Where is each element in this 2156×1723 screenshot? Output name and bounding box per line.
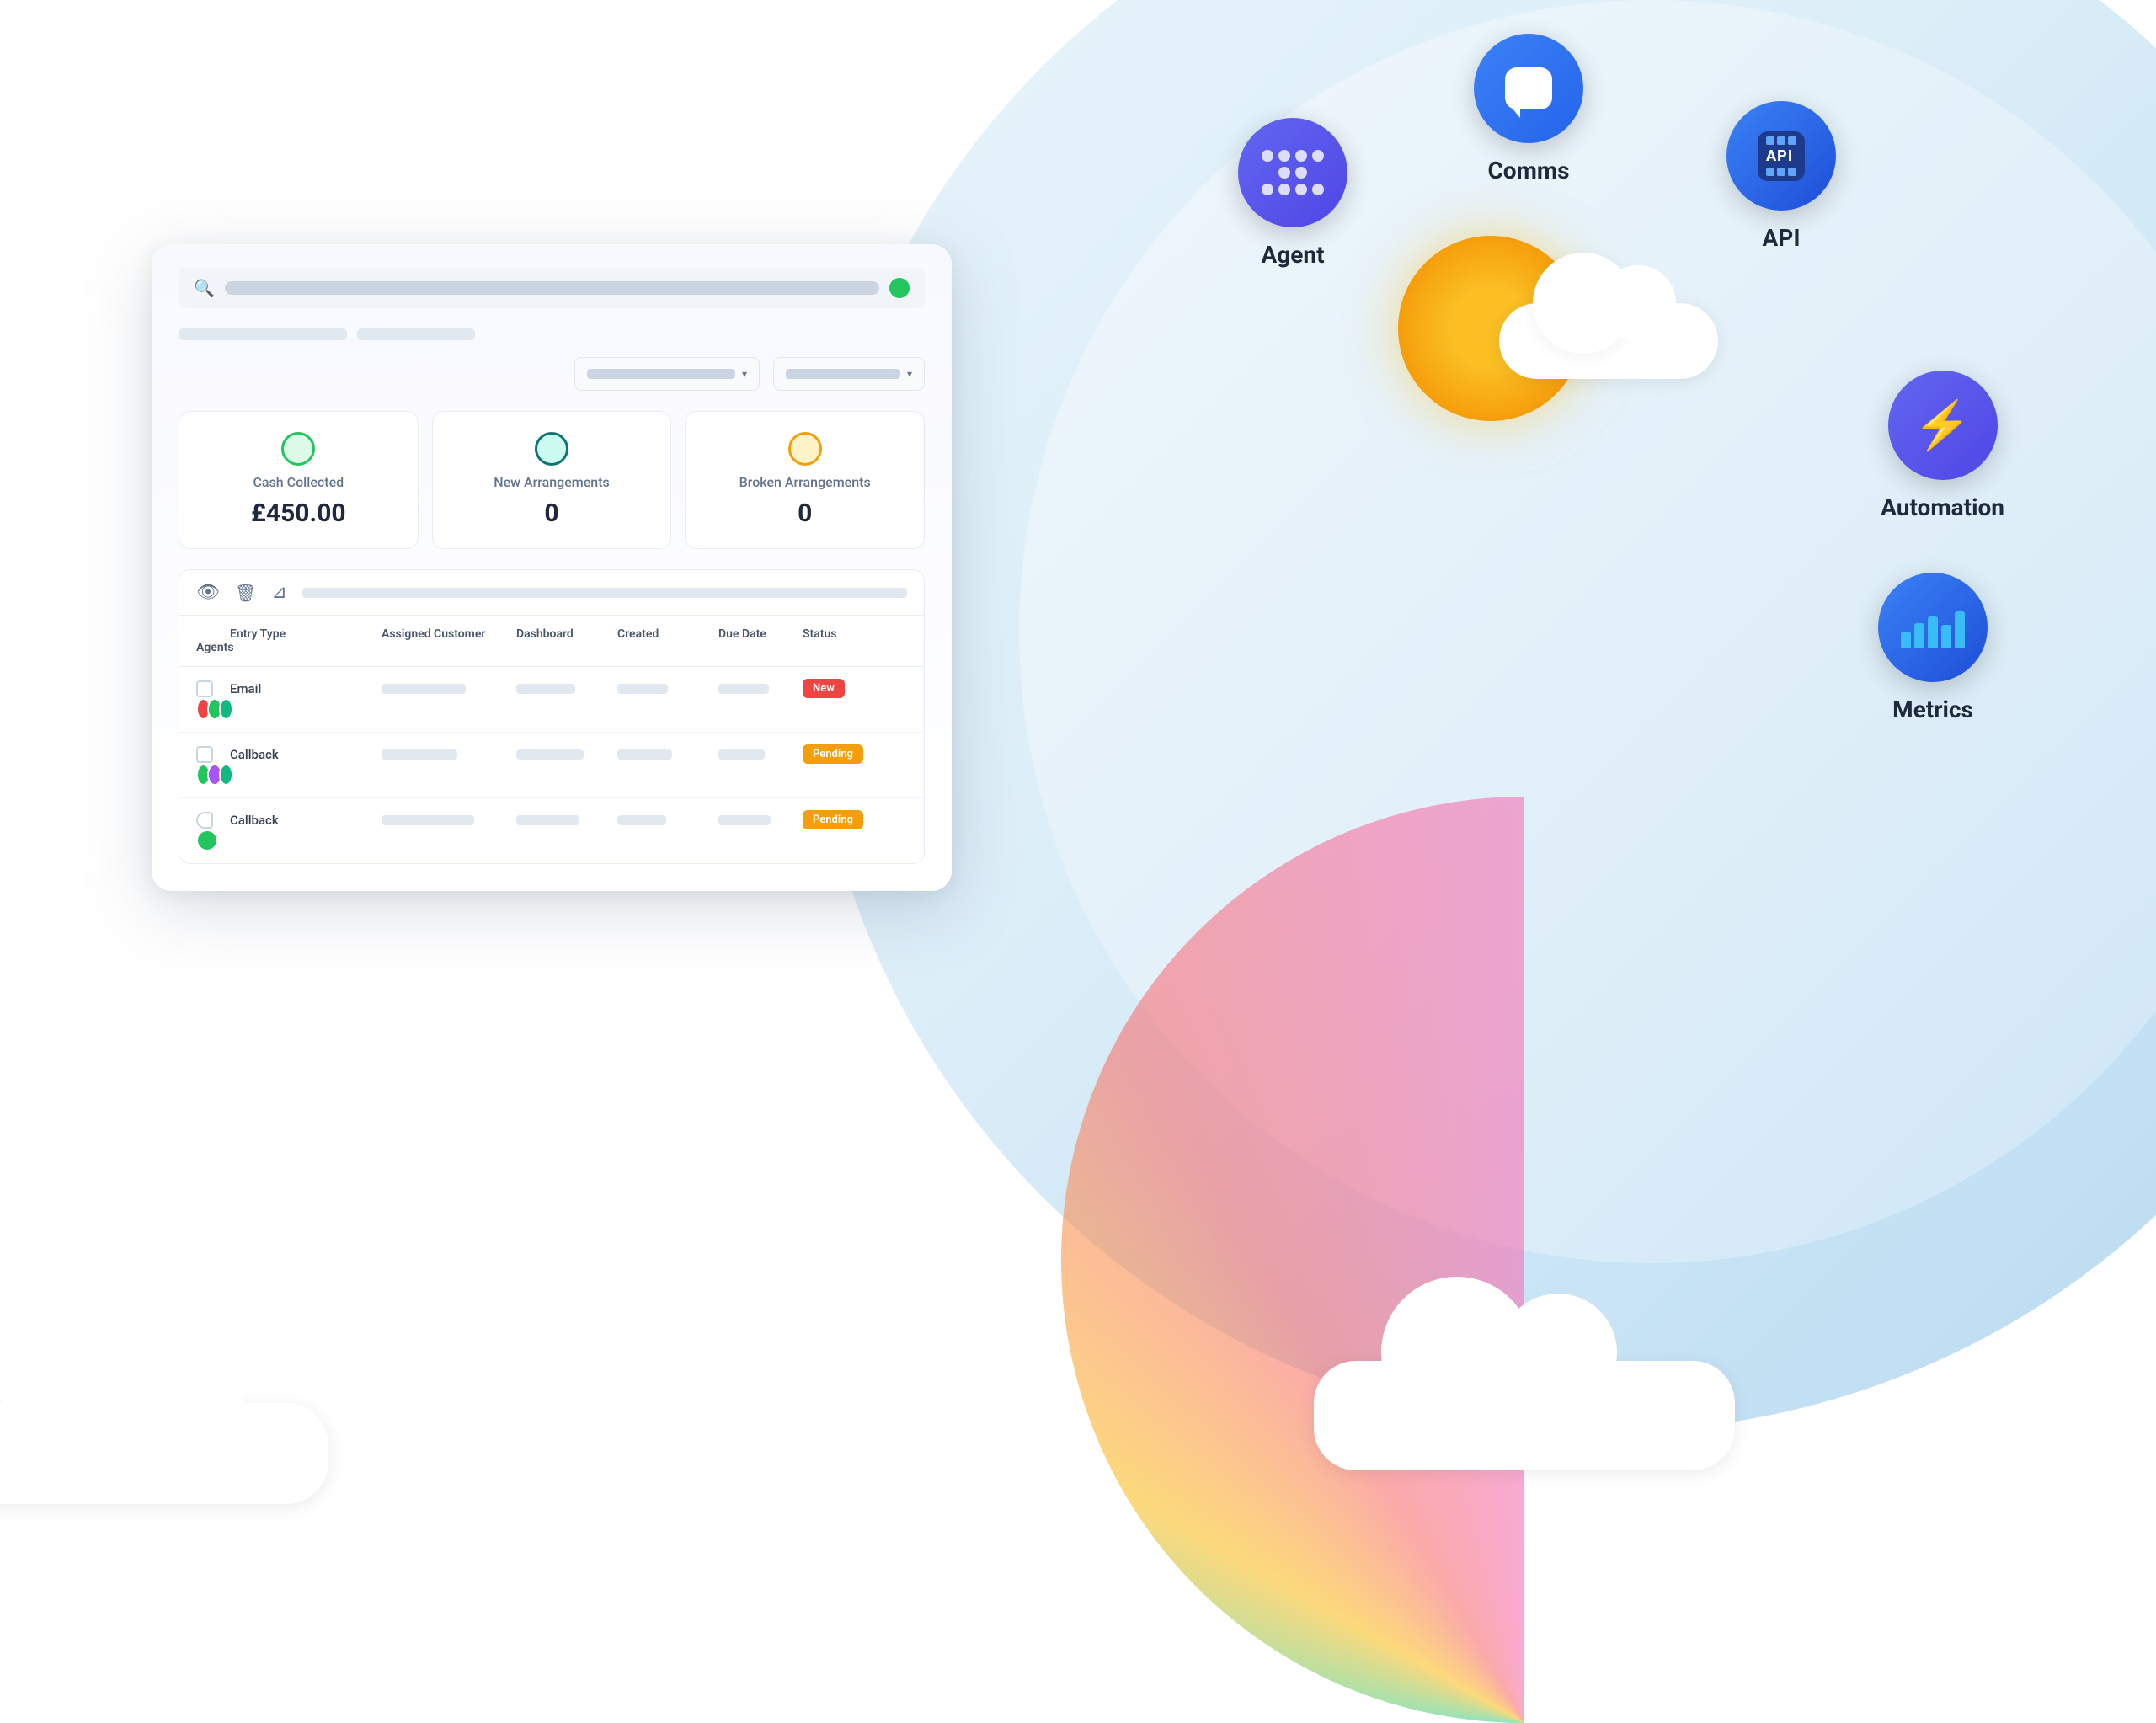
- stat-value-broken: 0: [798, 499, 812, 528]
- stat-dot-new: [535, 432, 568, 466]
- table-row[interactable]: Email New: [179, 667, 924, 733]
- th-checkbox: [196, 627, 230, 641]
- row-dashboard-bar-1: [516, 684, 575, 694]
- trash-icon[interactable]: 🗑: [235, 583, 256, 603]
- th-dashboard: Dashboard: [516, 627, 617, 641]
- stat-value-new: 0: [544, 499, 558, 528]
- row-status-badge-2: Pending: [803, 744, 863, 764]
- feature-comms[interactable]: Comms: [1474, 34, 1583, 184]
- table-row[interactable]: Callback Pending: [179, 733, 924, 798]
- feature-automation[interactable]: ⚡ Automation: [1881, 371, 2004, 521]
- th-status: Status: [803, 627, 904, 641]
- stat-new-arrangements: New Arrangements 0: [432, 411, 672, 549]
- row-dashboard-bar-3: [516, 815, 579, 825]
- comms-icon-circle: [1474, 34, 1583, 143]
- metrics-icon-circle: [1878, 573, 1988, 682]
- stat-label-broken: Broken Arrangements: [739, 474, 871, 490]
- filter-row[interactable]: ▾ ▾: [179, 357, 925, 391]
- cloud-top: [1499, 303, 1718, 379]
- chevron-down-icon-2: ▾: [907, 368, 912, 380]
- row-created-bar-1: [617, 684, 668, 694]
- filter-icon[interactable]: ⊿: [271, 582, 286, 603]
- row-type-3: Callback: [230, 813, 382, 828]
- bar-chart-icon: [1901, 606, 1965, 648]
- row-dashboard-bar-2: [516, 749, 584, 760]
- automation-label: Automation: [1881, 493, 2004, 521]
- automation-icon-circle: ⚡: [1888, 371, 1998, 480]
- row-agents-1: [196, 698, 230, 720]
- agent-icon-circle: [1238, 118, 1348, 227]
- stat-broken-arrangements: Broken Arrangements 0: [685, 411, 925, 549]
- agent-dots-icon: [1262, 150, 1324, 195]
- th-assigned-customer: Assigned Customer: [382, 627, 516, 641]
- feature-metrics[interactable]: Metrics: [1878, 573, 1988, 723]
- th-entry-type: Entry Type: [230, 627, 382, 641]
- agent-avatar-green-3: [196, 829, 218, 851]
- scene: Comms Agent: [0, 0, 2156, 1555]
- th-agents: Agents: [196, 641, 230, 654]
- dashboard-card: 🔍 ▾ ▾: [152, 244, 952, 891]
- api-chip-icon: API: [1758, 131, 1805, 181]
- agent-avatar-teal: [219, 698, 233, 720]
- row-type-1: Email: [230, 681, 382, 696]
- row-due-bar-1: [718, 684, 769, 694]
- metrics-label: Metrics: [1892, 696, 1973, 723]
- cloud-bottom-right: [1314, 1361, 1735, 1470]
- api-label: API: [1762, 224, 1800, 252]
- row-checkbox-1[interactable]: [196, 680, 213, 697]
- stat-value-cash: £450.00: [251, 499, 346, 528]
- table-header: Entry Type Assigned Customer Dashboard C…: [179, 616, 924, 667]
- lightning-bolt-icon: ⚡: [1913, 397, 1972, 453]
- row-checkbox-3[interactable]: [196, 812, 213, 829]
- table-row[interactable]: Callback Pending: [179, 798, 924, 863]
- stat-dot-broken: [788, 432, 822, 466]
- stat-label-cash: Cash Collected: [253, 474, 344, 490]
- search-icon: 🔍: [194, 278, 215, 298]
- row-due-bar-2: [718, 749, 765, 760]
- feature-api[interactable]: API API: [1726, 101, 1836, 252]
- chat-bubble-icon: [1505, 67, 1552, 109]
- agent-avatar-teal-2: [219, 764, 233, 786]
- th-created: Created: [617, 627, 718, 641]
- row-status-badge-3: Pending: [803, 810, 863, 829]
- dropdown-filter-1[interactable]: ▾: [574, 357, 760, 391]
- api-icon-circle: API: [1726, 101, 1836, 211]
- row-status-badge-1: New: [803, 679, 845, 698]
- row-customer-bar-3: [382, 815, 474, 825]
- feature-agent[interactable]: Agent: [1238, 118, 1348, 269]
- row-created-bar-2: [617, 749, 672, 760]
- row-customer-bar-1: [382, 684, 466, 694]
- cloud-bottom-left: [0, 1403, 328, 1504]
- search-bar[interactable]: 🔍: [179, 268, 925, 308]
- status-indicator-dot: [889, 278, 910, 298]
- stat-dot-cash: [281, 432, 315, 466]
- stats-row: Cash Collected £450.00 New Arrangements …: [179, 411, 925, 549]
- toolbar-placeholder-bar: [302, 588, 907, 598]
- comms-label: Comms: [1487, 157, 1569, 184]
- stat-cash-collected: Cash Collected £450.00: [179, 411, 419, 549]
- row-agents-2: [196, 764, 230, 786]
- row-due-bar-3: [718, 815, 771, 825]
- rainbow-arc: [1061, 797, 1988, 1723]
- chevron-down-icon: ▾: [742, 368, 747, 380]
- th-due-date: Due Date: [718, 627, 803, 641]
- row-checkbox-2[interactable]: [196, 746, 213, 763]
- row-customer-bar-2: [382, 749, 457, 760]
- table-toolbar[interactable]: 👁 🗑 ⊿: [179, 570, 924, 616]
- search-input-placeholder: [225, 281, 879, 295]
- dropdown-filter-2[interactable]: ▾: [773, 357, 925, 391]
- row-created-bar-3: [617, 815, 666, 825]
- row-type-2: Callback: [230, 747, 382, 762]
- eye-icon[interactable]: 👁: [196, 582, 220, 603]
- nav-bar-row: [179, 328, 925, 340]
- stat-label-new: New Arrangements: [494, 474, 610, 490]
- data-table: 👁 🗑 ⊿ Entry Type Assigned Customer Dashb…: [179, 569, 925, 864]
- agent-label: Agent: [1261, 241, 1324, 269]
- row-agents-3: [196, 829, 230, 851]
